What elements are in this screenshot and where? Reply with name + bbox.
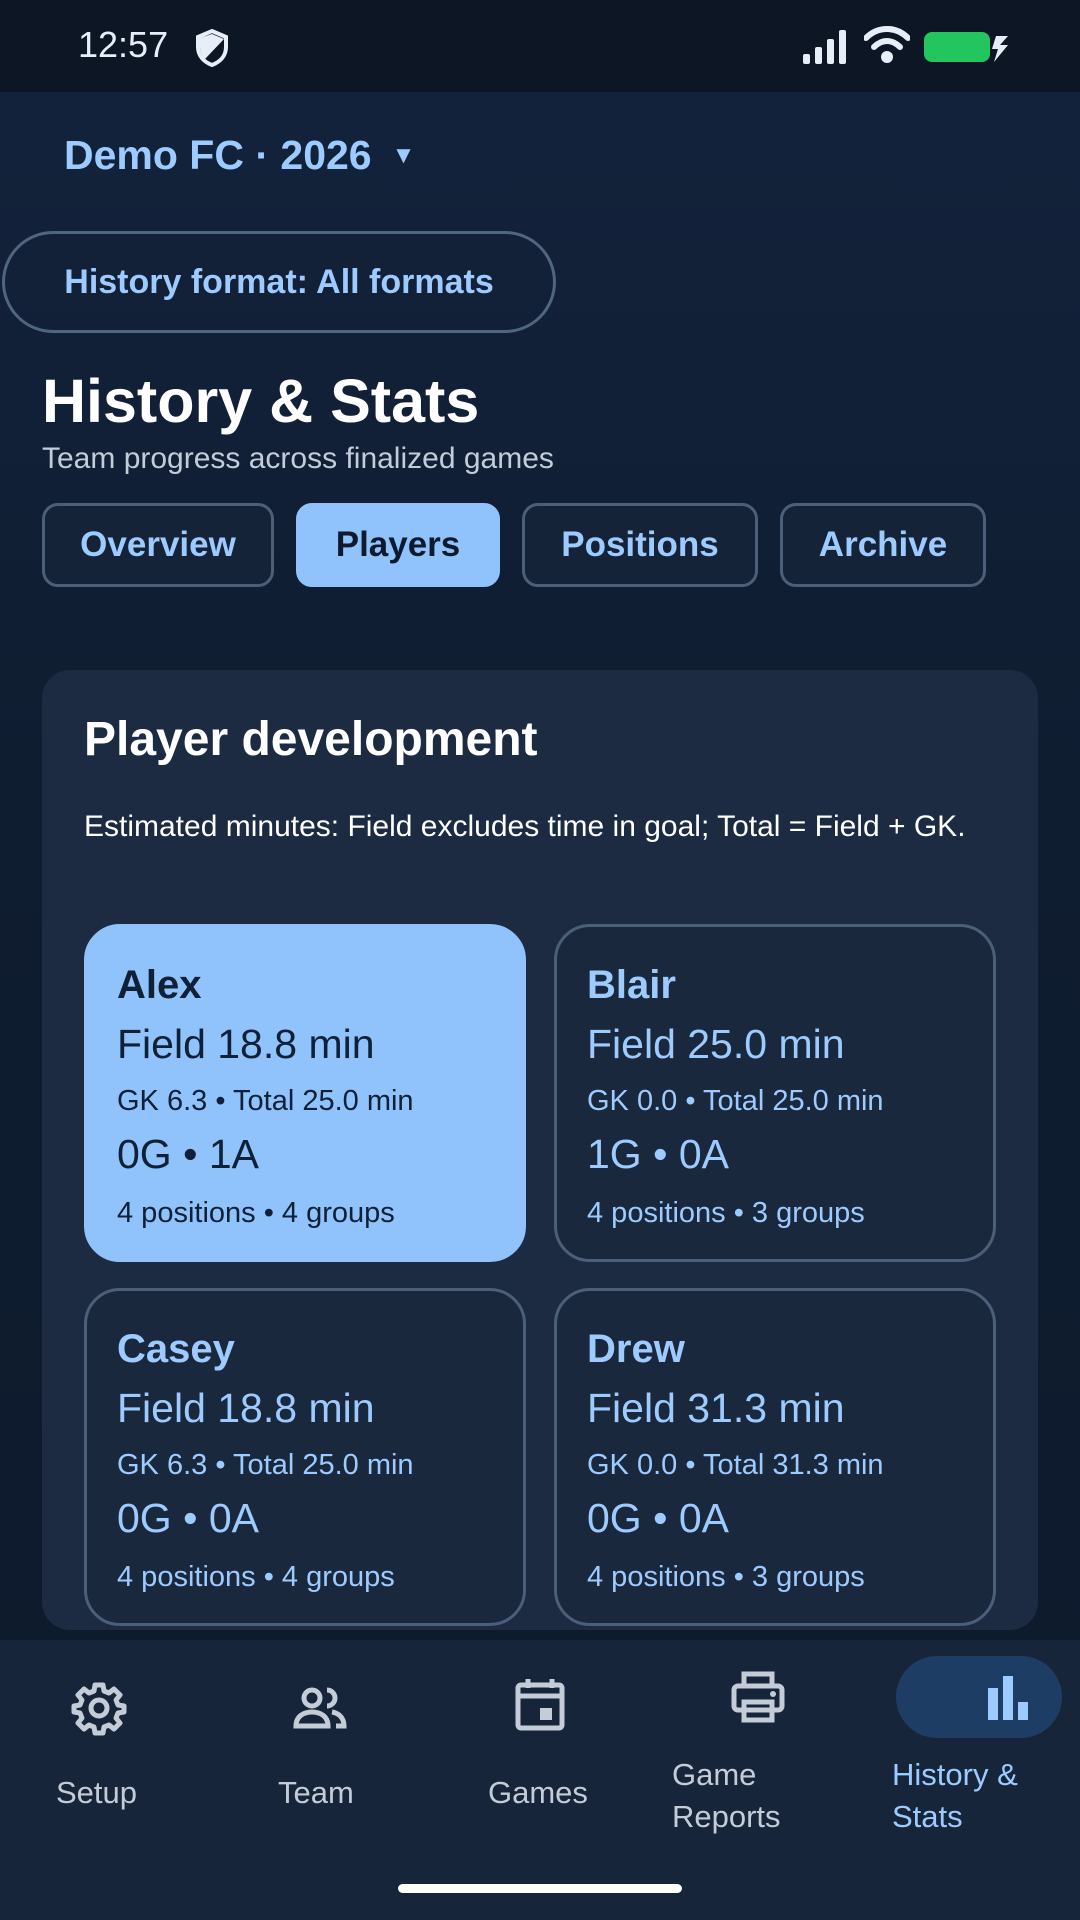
nav-game-reports[interactable]: Game Reports <box>648 1640 864 1880</box>
player-card-blair[interactable]: Blair Field 25.0 min GK 0.0 • Total 25.0… <box>554 924 996 1262</box>
gear-icon <box>71 1682 127 1736</box>
nav-label: Setup <box>56 1775 138 1810</box>
player-field-minutes: Field 25.0 min <box>587 1021 845 1067</box>
history-format-chip[interactable]: History format: All formats <box>2 231 556 333</box>
player-gk-total: GK 0.0 • Total 25.0 min <box>587 1085 884 1117</box>
people-icon <box>293 1687 347 1729</box>
tab-players[interactable]: Players <box>296 503 500 587</box>
tab-overview[interactable]: Overview <box>42 503 274 587</box>
player-goals-assists: 0G • 0A <box>587 1495 729 1541</box>
nav-team[interactable]: Team <box>216 1640 432 1880</box>
nav-history-stats[interactable]: History & Stats <box>864 1640 1080 1880</box>
player-card-alex[interactable]: Alex Field 18.8 min GK 6.3 • Total 25.0 … <box>84 924 526 1262</box>
tab-positions[interactable]: Positions <box>522 503 758 587</box>
player-goals-assists: 0G • 0A <box>117 1495 259 1541</box>
status-bar: 12:57 <box>0 0 1080 92</box>
home-indicator[interactable] <box>398 1884 682 1893</box>
team-season-selector[interactable]: Demo FC · 2026 ▼ <box>64 132 415 179</box>
player-positions: 4 positions • 4 groups <box>117 1197 395 1229</box>
player-gk-total: GK 0.0 • Total 31.3 min <box>587 1449 884 1481</box>
printer-icon <box>731 1671 785 1723</box>
tab-archive[interactable]: Archive <box>780 503 986 587</box>
player-positions: 4 positions • 3 groups <box>587 1197 865 1229</box>
nav-label-line1: Game <box>672 1757 757 1792</box>
nav-label: Team <box>278 1775 354 1810</box>
player-field-minutes: Field 18.8 min <box>117 1021 375 1067</box>
player-name: Alex <box>117 963 202 1007</box>
minutes-note: Estimated minutes: Field excludes time i… <box>84 810 966 843</box>
player-name: Blair <box>587 963 676 1007</box>
team-season-label: Demo FC · 2026 <box>64 132 372 178</box>
nav-setup[interactable]: Setup <box>0 1640 216 1880</box>
card-title: Player development <box>84 713 538 766</box>
player-name: Drew <box>587 1327 685 1371</box>
calendar-icon <box>515 1679 565 1731</box>
battery-charging-icon <box>924 32 1008 62</box>
player-development-card: Player development Estimated minutes: Fi… <box>42 670 1038 1630</box>
nav-label-line1: History & <box>892 1757 1018 1792</box>
nav-label-line2: Reports <box>672 1799 781 1834</box>
nav-label-line2: Stats <box>892 1799 963 1834</box>
signal-icon <box>803 30 846 64</box>
player-name: Casey <box>117 1327 235 1371</box>
page-subtitle: Team progress across finalized games <box>42 442 554 475</box>
player-gk-total: GK 6.3 • Total 25.0 min <box>117 1449 414 1481</box>
nav-games[interactable]: Games <box>432 1640 648 1880</box>
nav-label: Games <box>488 1775 588 1810</box>
status-time: 12:57 <box>78 24 169 65</box>
shield-icon <box>196 28 228 68</box>
player-card-drew[interactable]: Drew Field 31.3 min GK 0.0 • Total 31.3 … <box>554 1288 996 1626</box>
player-gk-total: GK 6.3 • Total 25.0 min <box>117 1085 414 1117</box>
bottom-navigation: Setup Team Games Game Reports History & … <box>0 1640 1080 1920</box>
page-title: History & Stats <box>42 367 480 435</box>
player-positions: 4 positions • 4 groups <box>117 1561 395 1593</box>
player-field-minutes: Field 18.8 min <box>117 1385 375 1431</box>
player-goals-assists: 0G • 1A <box>117 1131 259 1177</box>
caret-down-icon: ▼ <box>391 141 416 169</box>
player-card-casey[interactable]: Casey Field 18.8 min GK 6.3 • Total 25.0… <box>84 1288 526 1626</box>
wifi-icon <box>864 26 910 63</box>
player-goals-assists: 1G • 0A <box>587 1131 729 1177</box>
player-positions: 4 positions • 3 groups <box>587 1561 865 1593</box>
player-field-minutes: Field 31.3 min <box>587 1385 845 1431</box>
bar-chart-icon <box>988 1676 1028 1720</box>
